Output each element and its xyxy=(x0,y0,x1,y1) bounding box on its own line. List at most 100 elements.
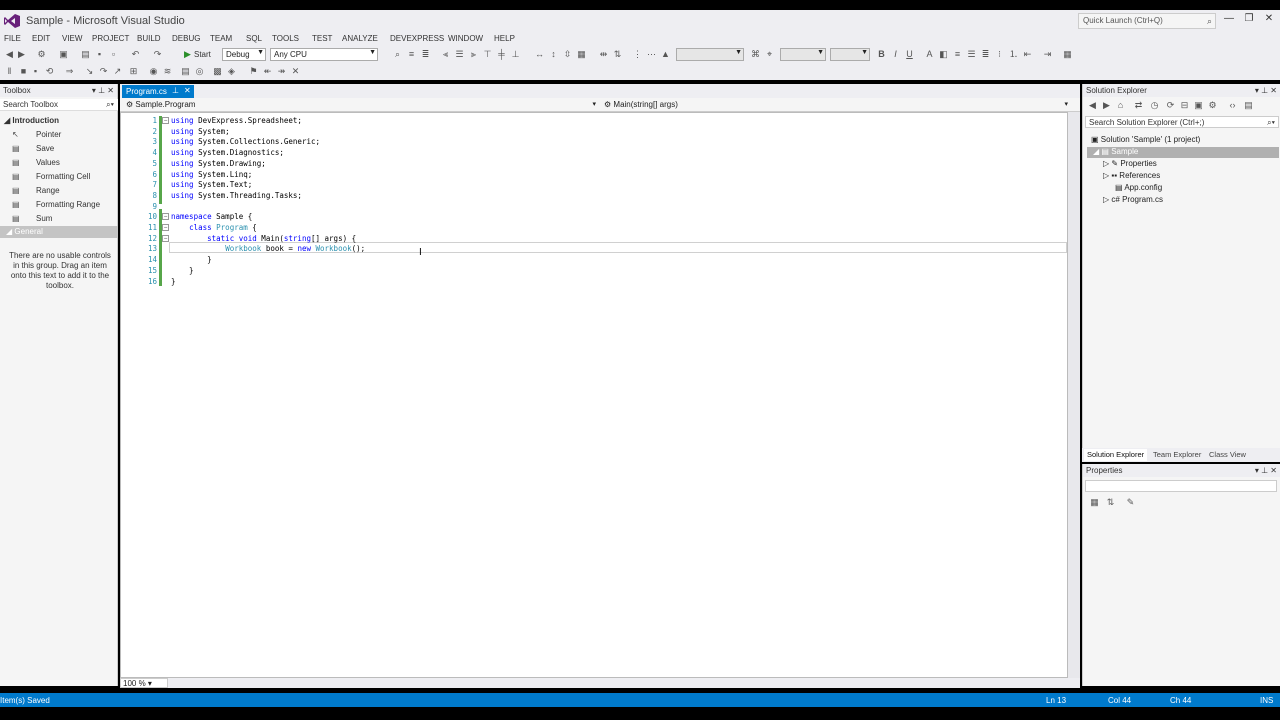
step-into-icon[interactable]: ↘ xyxy=(84,66,95,77)
quick-launch-input[interactable]: Quick Launch (Ctrl+Q) ⌕ xyxy=(1078,13,1216,29)
close-icon[interactable]: ✕ xyxy=(107,86,114,95)
forward-icon[interactable]: ▶ xyxy=(1101,100,1112,111)
tree-item-program-cs[interactable]: ▷ c# Program.cs xyxy=(1103,195,1163,204)
align-middle-icon[interactable]: ╪ xyxy=(496,49,507,60)
next-bookmark-icon[interactable]: ↠ xyxy=(276,66,287,77)
configuration-select[interactable]: Debug ▼ xyxy=(222,48,266,61)
memory-icon[interactable]: ◎ xyxy=(194,66,205,77)
categorized-icon[interactable]: ▦ xyxy=(1089,497,1100,508)
minimize-button[interactable]: — xyxy=(1220,13,1238,29)
alphabetical-icon[interactable]: ⇅ xyxy=(1105,497,1116,508)
close-icon[interactable]: ✕ xyxy=(1270,86,1277,95)
start-button[interactable]: Start xyxy=(194,50,211,59)
pause-icon[interactable]: ‖ xyxy=(4,66,15,77)
tree-item-references[interactable]: ▷ ▪▪ References xyxy=(1103,171,1160,180)
align-center-icon[interactable]: ☰ xyxy=(454,49,465,60)
tree-item-properties[interactable]: ▷ ✎ Properties xyxy=(1103,159,1157,168)
save-all-icon[interactable]: ▫ xyxy=(108,49,119,60)
chevron-down-icon[interactable]: ▾ xyxy=(1255,466,1259,475)
tab-team-explorer[interactable]: Team Explorer xyxy=(1150,449,1204,461)
paragraph-left-icon[interactable]: ≡ xyxy=(952,49,963,60)
toolbox-item[interactable]: ↖ Pointer xyxy=(12,130,61,139)
pending-changes-icon[interactable]: ◷ xyxy=(1149,100,1160,111)
properties-object-select[interactable] xyxy=(1085,480,1277,492)
tree-item-project[interactable]: ◢ ▤ Sample xyxy=(1093,147,1138,156)
show-next-statement-icon[interactable]: ⇒ xyxy=(64,66,75,77)
font-size-select[interactable]: ▼ xyxy=(830,48,870,61)
align-left-icon[interactable]: ⫷ xyxy=(440,49,451,60)
menu-team[interactable]: TEAM xyxy=(210,34,232,43)
collapse-outline-icon[interactable]: − xyxy=(162,117,169,124)
restart-icon[interactable]: ▪ xyxy=(30,66,41,77)
menu-file[interactable]: FILE xyxy=(4,34,21,43)
code-line[interactable]: 14 } xyxy=(121,254,1067,265)
make-same-size-icon[interactable]: ⇳ xyxy=(562,49,573,60)
target-rule-icon[interactable]: ⌖ xyxy=(764,49,775,60)
center-vertical-icon[interactable]: ⋯ xyxy=(646,49,657,60)
hex-icon[interactable]: ⊞ xyxy=(128,66,139,77)
code-editor[interactable]: 1− using DevExpress.Spreadsheet; 2 using Sy… xyxy=(120,112,1068,678)
callstack-icon[interactable]: ▤ xyxy=(180,66,191,77)
chevron-down-icon[interactable]: ▾ xyxy=(1255,86,1259,95)
comment-icon[interactable]: ≡ xyxy=(406,49,417,60)
toolbox-group-introduction[interactable]: ◢ Introduction xyxy=(4,116,59,125)
code-line[interactable]: 1− using DevExpress.Spreadsheet; xyxy=(121,115,1067,126)
code-line[interactable]: 10− namespace Sample { xyxy=(121,211,1067,222)
pin-icon[interactable]: ⊥ xyxy=(1261,86,1268,95)
toolbox-item[interactable]: ▤ Sum xyxy=(12,214,52,223)
bullets-icon[interactable]: ⁝ xyxy=(994,49,1005,60)
vertical-spacing-icon[interactable]: ⇅ xyxy=(612,49,623,60)
redo-icon[interactable]: ↷ xyxy=(152,49,163,60)
collapse-outline-icon[interactable]: − xyxy=(162,224,169,231)
pin-icon[interactable]: ⊥ xyxy=(1261,466,1268,475)
code-line[interactable]: 2 using System; xyxy=(121,126,1067,137)
open-file-icon[interactable]: ▤ xyxy=(80,49,91,60)
uncomment-icon[interactable]: ≣ xyxy=(420,49,431,60)
menu-help[interactable]: HELP xyxy=(494,34,515,43)
indent-icon[interactable]: ⇥ xyxy=(1042,49,1053,60)
settings-icon[interactable]: ⚙ xyxy=(36,49,47,60)
code-line[interactable]: 5 using System.Drawing; xyxy=(121,158,1067,169)
clear-bookmarks-icon[interactable]: ✕ xyxy=(290,66,301,77)
menu-analyze[interactable]: ANALYZE xyxy=(342,34,378,43)
menu-view[interactable]: VIEW xyxy=(62,34,82,43)
find-icon[interactable]: ⌕ xyxy=(392,49,403,60)
start-icon[interactable]: ▶ xyxy=(182,49,193,60)
style-icon[interactable]: ⌘ xyxy=(750,49,761,60)
editor-vertical-scrollbar[interactable] xyxy=(1068,112,1080,678)
platform-select[interactable]: Any CPU ▼ xyxy=(270,48,378,61)
make-same-width-icon[interactable]: ↔ xyxy=(534,49,545,60)
tab-class-view[interactable]: Class View xyxy=(1206,449,1249,461)
refresh-icon[interactable]: ⟲ xyxy=(44,66,55,77)
table-icon[interactable]: ▦ xyxy=(1062,49,1073,60)
pin-icon[interactable]: ⊥ xyxy=(98,86,105,95)
close-window-button[interactable]: ✕ xyxy=(1260,13,1278,29)
toolbox-search-input[interactable]: Search Toolbox ⌕▾ xyxy=(0,99,118,111)
collapse-all-icon[interactable]: ⊟ xyxy=(1179,100,1190,111)
code-line[interactable]: 7 using System.Text; xyxy=(121,179,1067,190)
toolbox-item[interactable]: ▤ Formatting Range xyxy=(12,200,100,209)
tree-item-solution[interactable]: ▣ Solution 'Sample' (1 project) xyxy=(1091,135,1200,144)
threads-icon[interactable]: ≋ xyxy=(162,66,173,77)
make-same-height-icon[interactable]: ↕ xyxy=(548,49,559,60)
zoom-level-select[interactable]: 100 % ▾ xyxy=(120,678,168,688)
step-out-icon[interactable]: ↗ xyxy=(112,66,123,77)
code-line[interactable]: 6 using System.Linq; xyxy=(121,169,1067,180)
home-icon[interactable]: ⌂ xyxy=(1115,100,1126,111)
stop-icon[interactable]: ■ xyxy=(18,66,29,77)
chevron-down-icon[interactable]: ▾ xyxy=(92,86,96,95)
refresh-icon[interactable]: ⟳ xyxy=(1165,100,1176,111)
font-name-select[interactable]: ▼ xyxy=(676,48,744,61)
code-line[interactable]: 9 xyxy=(121,201,1067,212)
close-icon[interactable]: ✕ xyxy=(184,86,191,95)
toolbox-group-general[interactable]: ◢ General xyxy=(0,226,118,238)
collapse-outline-icon[interactable]: − xyxy=(162,234,169,242)
step-over-icon[interactable]: ↷ xyxy=(98,66,109,77)
align-top-icon[interactable]: ⊤ xyxy=(482,49,493,60)
code-line[interactable]: 16} xyxy=(121,276,1067,287)
view-code-icon[interactable]: ‹› xyxy=(1227,100,1238,111)
menu-tools[interactable]: TOOLS xyxy=(272,34,299,43)
toolbox-item[interactable]: ▤ Save xyxy=(12,144,54,153)
watch-icon[interactable]: ◈ xyxy=(226,66,237,77)
paragraph-center-icon[interactable]: ☰ xyxy=(966,49,977,60)
